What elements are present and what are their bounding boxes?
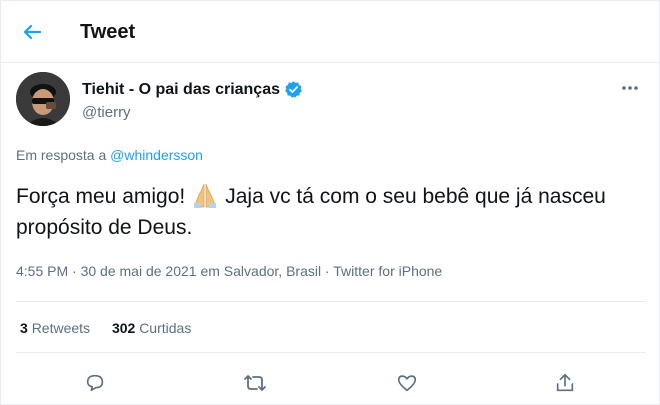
tweet-time[interactable]: 4:55 PM xyxy=(16,263,68,279)
tweet-meta: 4:55 PM · 30 de mai de 2021 em Salvador,… xyxy=(16,263,442,279)
tweet-source[interactable]: Twitter for iPhone xyxy=(333,263,442,279)
more-options-icon[interactable] xyxy=(616,80,644,96)
tweet-location[interactable]: em Salvador, Brasil xyxy=(200,263,321,279)
reply-context: Em resposta a @whindersson xyxy=(16,147,203,163)
retweets-count: 3 xyxy=(20,320,28,336)
divider xyxy=(16,301,646,302)
avatar[interactable] xyxy=(16,72,70,126)
folded-hands-emoji xyxy=(189,182,221,208)
retweets-label: Retweets xyxy=(31,320,91,336)
handle[interactable]: @tierry xyxy=(82,104,131,121)
author-name-row: Tiehit - O pai das crianças xyxy=(82,80,303,99)
divider xyxy=(16,352,646,353)
action-bar xyxy=(0,368,660,398)
tweet-stats: 3 Retweets 302 Curtidas xyxy=(20,320,209,336)
reply-icon[interactable] xyxy=(80,368,110,398)
retweet-icon[interactable] xyxy=(240,368,270,398)
meta-separator: · xyxy=(72,263,77,279)
likes-stat[interactable]: 302 Curtidas xyxy=(112,320,191,336)
page-title: Tweet xyxy=(80,21,136,43)
likes-count: 302 xyxy=(111,320,136,336)
display-name[interactable]: Tiehit - O pai das crianças xyxy=(82,81,280,99)
tweet-text-part1: Força meu amigo! xyxy=(16,185,186,208)
arrow-left-icon[interactable] xyxy=(18,18,46,46)
verified-badge-icon xyxy=(284,80,303,99)
reply-mention-link[interactable]: @whindersson xyxy=(110,147,203,163)
retweets-stat[interactable]: 3 Retweets xyxy=(20,320,90,336)
header: Tweet xyxy=(0,0,660,63)
likes-label: Curtidas xyxy=(139,320,192,336)
tweet-date[interactable]: 30 de mai de 2021 xyxy=(81,263,197,279)
meta-separator: · xyxy=(324,263,330,279)
share-icon[interactable] xyxy=(550,368,580,398)
tweet-text: Força meu amigo! Jaja vc tá com o seu be… xyxy=(16,181,646,243)
reply-prefix: Em resposta a xyxy=(16,147,107,163)
like-icon[interactable] xyxy=(392,368,422,398)
